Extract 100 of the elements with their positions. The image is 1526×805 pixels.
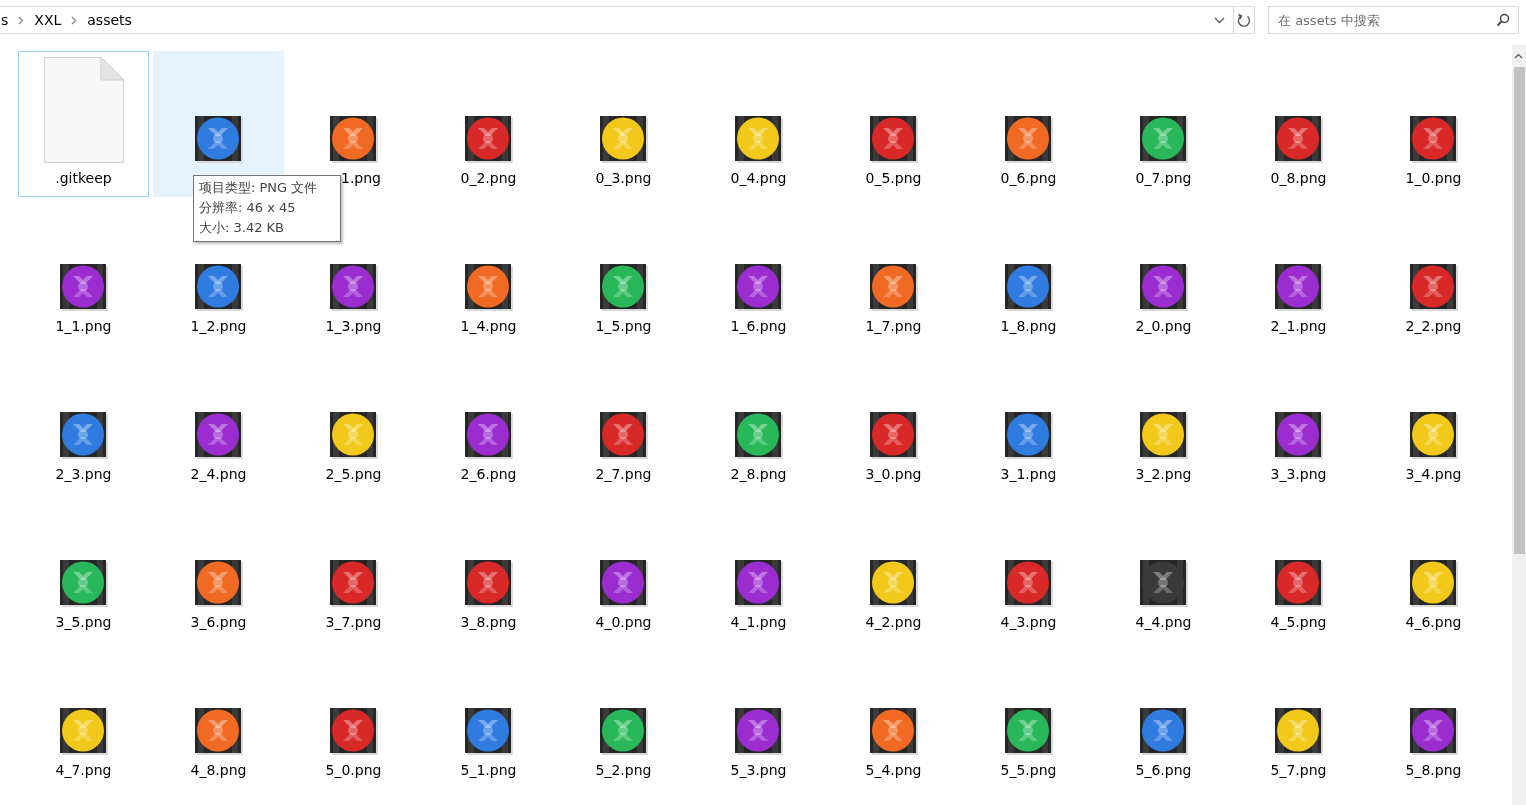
gem-thumbnail <box>1004 264 1053 311</box>
gem-thumbnail <box>1139 116 1188 163</box>
gem-thumbnail <box>464 560 513 607</box>
scrollbar-thumb[interactable] <box>1514 67 1525 554</box>
file-name[interactable]: 4_4.png <box>1135 614 1192 630</box>
gem-thumbnail <box>329 708 378 755</box>
file-name[interactable]: 1_8.png <box>1000 318 1057 334</box>
gem-thumbnail <box>1274 412 1323 459</box>
file-name[interactable]: 3_8.png <box>460 614 517 630</box>
file-name[interactable]: 2_2.png <box>1405 318 1462 334</box>
gem-thumbnail <box>329 560 378 607</box>
gem-thumbnail <box>464 708 513 755</box>
file-name[interactable]: 3_6.png <box>190 614 247 630</box>
file-name[interactable]: 2_5.png <box>325 466 382 482</box>
gem-thumbnail <box>1409 412 1458 459</box>
gem-thumbnail <box>1409 116 1458 163</box>
file-name[interactable]: 5_4.png <box>865 762 922 778</box>
gem-thumbnail <box>1004 560 1053 607</box>
refresh-icon[interactable] <box>1237 12 1251 28</box>
file-name[interactable]: 3_2.png <box>1135 466 1192 482</box>
gem-thumbnail <box>734 560 783 607</box>
gem-thumbnail <box>59 560 108 607</box>
file-name[interactable]: 1.png <box>341 170 381 186</box>
file-name[interactable]: 0_7.png <box>1135 170 1192 186</box>
file-name[interactable]: 0_3.png <box>595 170 652 186</box>
file-name[interactable]: 1_5.png <box>595 318 652 334</box>
file-name[interactable]: 0_8.png <box>1270 170 1327 186</box>
file-name[interactable]: 2_4.png <box>190 466 247 482</box>
file-name[interactable]: 3_1.png <box>1000 466 1057 482</box>
file-name[interactable]: 0_4.png <box>730 170 787 186</box>
file-name[interactable]: 4_5.png <box>1270 614 1327 630</box>
file-name[interactable]: 5_3.png <box>730 762 787 778</box>
search-icon[interactable] <box>1496 13 1510 27</box>
scroll-up-icon[interactable] <box>1514 53 1523 59</box>
file-name[interactable]: 2_1.png <box>1270 318 1327 334</box>
file-name[interactable]: 5_7.png <box>1270 762 1327 778</box>
gem-thumbnail <box>194 708 243 755</box>
file-name[interactable]: 4_2.png <box>865 614 922 630</box>
gem-thumbnail <box>464 116 513 163</box>
file-name[interactable]: 1_6.png <box>730 318 787 334</box>
file-name[interactable]: 3_4.png <box>1405 466 1462 482</box>
gem-thumbnail <box>1274 116 1323 163</box>
file-name[interactable]: 5_2.png <box>595 762 652 778</box>
file-name[interactable]: 5_5.png <box>1000 762 1057 778</box>
gem-thumbnail <box>194 116 243 163</box>
address-bar[interactable]: s XXL assets <box>0 6 1234 34</box>
gem-thumbnail <box>869 116 918 163</box>
file-name[interactable]: 2_8.png <box>730 466 787 482</box>
tooltip-line: 项目类型: PNG 文件 <box>199 179 319 197</box>
gem-thumbnail <box>1409 264 1458 311</box>
file-name[interactable]: 5_6.png <box>1135 762 1192 778</box>
file-name[interactable]: 2_6.png <box>460 466 517 482</box>
chevron-right-icon <box>18 15 25 25</box>
gem-thumbnail <box>329 412 378 459</box>
file-name[interactable]: 1_4.png <box>460 318 517 334</box>
file-name[interactable]: 1_1.png <box>55 318 112 334</box>
gem-thumbnail <box>464 412 513 459</box>
file-name[interactable]: 3_0.png <box>865 466 922 482</box>
tooltip-line: 分辨率: 46 x 45 <box>199 199 297 217</box>
gem-thumbnail <box>869 708 918 755</box>
gem-thumbnail <box>1139 412 1188 459</box>
gem-thumbnail <box>329 116 378 163</box>
file-name[interactable]: 0_2.png <box>460 170 517 186</box>
file-name[interactable]: 4_0.png <box>595 614 652 630</box>
file-name[interactable]: 4_6.png <box>1405 614 1462 630</box>
file-name[interactable]: 4_8.png <box>190 762 247 778</box>
gem-thumbnail <box>59 708 108 755</box>
file-name[interactable]: 3_7.png <box>325 614 382 630</box>
file-name[interactable]: 0_6.png <box>1000 170 1057 186</box>
gem-thumbnail <box>599 708 648 755</box>
file-name[interactable]: 2_3.png <box>55 466 112 482</box>
file-name[interactable]: 2_7.png <box>595 466 652 482</box>
file-name[interactable]: 3_5.png <box>55 614 112 630</box>
gem-thumbnail <box>1274 264 1323 311</box>
breadcrumb[interactable]: s <box>1 12 9 28</box>
scrollbar[interactable] <box>1512 45 1526 805</box>
file-name[interactable]: 4_1.png <box>730 614 787 630</box>
file-name[interactable]: .gitkeep <box>55 170 112 186</box>
refresh-button[interactable] <box>1234 6 1255 34</box>
file-name[interactable]: 1_3.png <box>325 318 382 334</box>
file-name[interactable]: 5_8.png <box>1405 762 1462 778</box>
gem-thumbnail <box>1274 708 1323 755</box>
file-name[interactable]: 0_5.png <box>865 170 922 186</box>
file-name[interactable]: 1_0.png <box>1405 170 1462 186</box>
file-name[interactable]: 3_3.png <box>1270 466 1327 482</box>
file-name[interactable]: 2_0.png <box>1135 318 1192 334</box>
file-name[interactable]: 1_7.png <box>865 318 922 334</box>
file-name[interactable]: 5_1.png <box>460 762 517 778</box>
gem-thumbnail <box>59 412 108 459</box>
gem-thumbnail <box>1139 708 1188 755</box>
chevron-down-icon[interactable] <box>1214 16 1225 24</box>
breadcrumb[interactable]: XXL <box>34 12 62 28</box>
file-name[interactable]: 5_0.png <box>325 762 382 778</box>
file-name[interactable]: 4_7.png <box>55 762 112 778</box>
file-name[interactable]: 1_2.png <box>190 318 247 334</box>
search-field[interactable]: 在 assets 中搜索 <box>1268 6 1519 34</box>
gem-thumbnail <box>1004 708 1053 755</box>
file-name[interactable]: 4_3.png <box>1000 614 1057 630</box>
file-item[interactable]: .gitkeep <box>18 51 149 197</box>
breadcrumb[interactable]: assets <box>87 12 132 28</box>
